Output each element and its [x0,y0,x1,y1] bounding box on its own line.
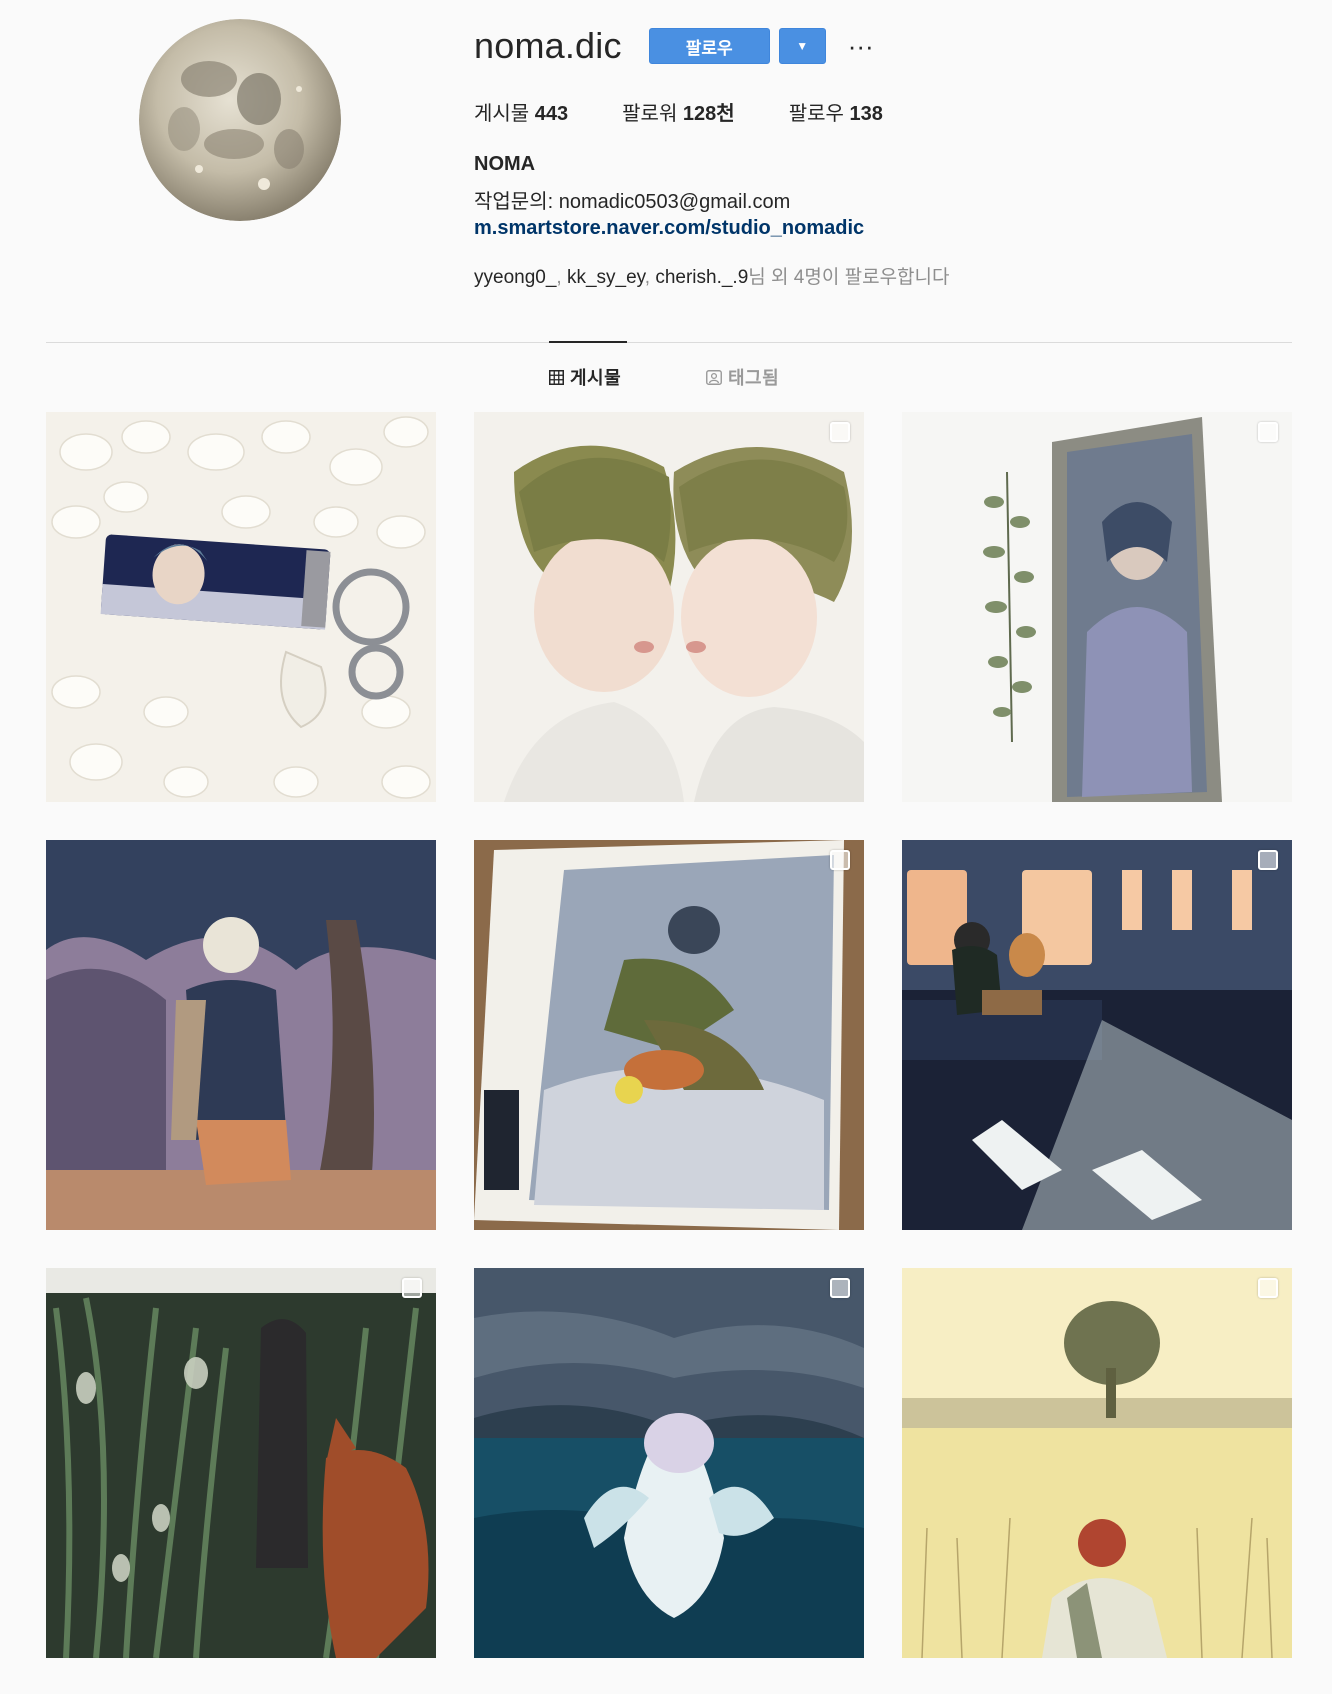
profile-bio: 작업문의: nomadic0503@gmail.com [474,191,791,213]
moon-avatar-image [139,19,341,221]
profile-username: noma.dic [474,25,622,66]
profile-full-name: NOMA [474,153,536,175]
post-image [46,1268,436,1658]
post-framed-painting-eucalyptus[interactable] [902,412,1292,802]
post-big-issue-magazine[interactable] [474,840,864,1230]
tab-tagged[interactable]: 태그됨 [706,364,779,390]
post-two-boys-illustration[interactable] [474,412,864,802]
multiple-photos-icon [1258,850,1278,870]
multiple-photos-icon [1258,422,1278,442]
tagged-person-icon [706,369,722,385]
tab-posts[interactable]: 게시물 [549,364,621,390]
post-keychain-photo[interactable] [46,412,436,802]
more-options-button[interactable]: ··· [846,31,876,61]
more-options-icon: ··· [847,31,874,61]
followed-by-user: kk_sy_ey [566,267,645,288]
multiple-photos-icon [402,1278,422,1298]
post-subway-dog-illustration[interactable] [902,840,1292,1230]
post-image [474,412,864,802]
post-image [902,412,1292,802]
tab-posts-label: 게시물 [570,368,622,388]
grid-icon [549,369,564,385]
post-ocean-wave-illustration[interactable] [474,1268,864,1658]
post-image [474,1268,864,1658]
posts-count: 게시물 443 [474,103,569,125]
post-wheat-field-girl-illustration[interactable] [902,1268,1292,1658]
profile-page: noma.dic 팔로우 ▼ ··· 게시물 443 팔로워 128천 팔로우 … [0,0,1332,1694]
post-image [902,1268,1292,1658]
profile-avatar[interactable] [139,19,341,221]
followers-count[interactable]: 팔로워 128천 [622,97,735,126]
tab-tagged-label: 태그됨 [728,368,780,388]
multiple-photos-icon [830,422,850,442]
followed-by-user: yyeong0_ [474,267,557,288]
post-boy-under-tree-illustration[interactable] [46,840,436,1230]
post-image [474,840,864,1230]
active-tab-indicator [549,341,627,343]
tabs-divider [46,342,1292,343]
profile-stats: 게시물 443 팔로워 128천 팔로우 138 [474,97,937,126]
suggestions-dropdown-button[interactable]: ▼ [778,28,826,64]
post-fox-in-grass-illustration[interactable] [46,1268,436,1658]
followed-by-user: cherish._.9 [655,267,749,288]
chevron-down-icon: ▼ [796,39,809,53]
follow-button[interactable]: 팔로우 [648,28,770,64]
profile-external-link[interactable]: m.smartstore.naver.com/studio_nomadic [474,217,864,240]
post-image [46,840,436,1230]
post-image [902,840,1292,1230]
multiple-photos-icon [830,850,850,870]
following-count[interactable]: 팔로우 138 [789,97,883,126]
multiple-photos-icon [1258,1278,1278,1298]
post-image [46,412,436,802]
multiple-photos-icon [830,1278,850,1298]
profile-title-row: noma.dic 팔로우 ▼ ··· [474,22,876,70]
followed-by-text[interactable]: yyeong0_, kk_sy_ey, cherish._.9님 외 4명이 팔… [474,262,950,289]
